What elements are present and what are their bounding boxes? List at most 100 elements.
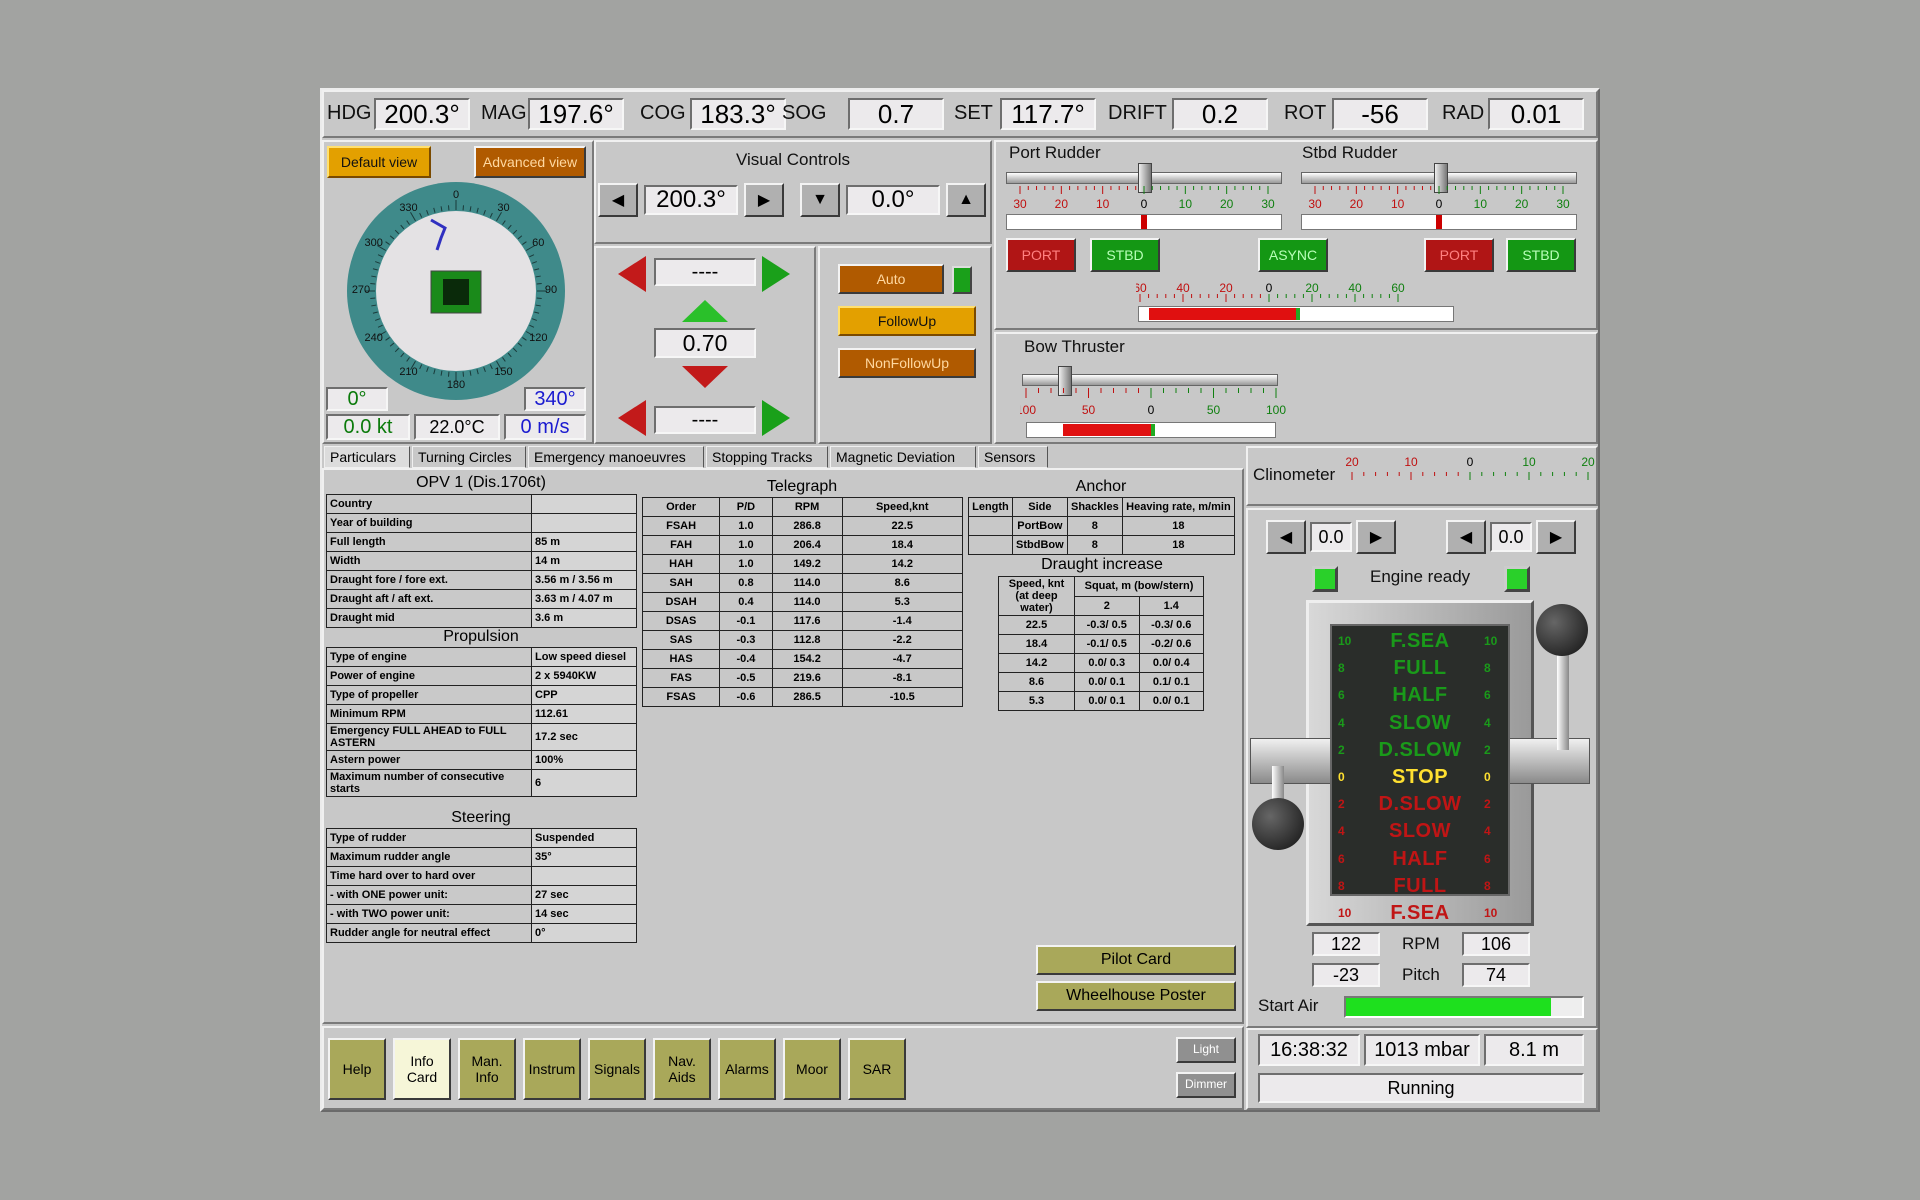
table-row: Minimum RPM 112.61 — [326, 704, 637, 724]
telegraph-order[interactable]: D.SLOW — [1335, 739, 1505, 762]
telegraph-order[interactable]: D.SLOW — [1335, 793, 1505, 816]
scale-label: 30 — [1556, 197, 1570, 211]
tab-particulars[interactable]: Particulars — [324, 446, 410, 468]
arrow-right-green-icon[interactable] — [760, 398, 792, 438]
rpm-left: 122 — [1312, 932, 1380, 956]
telegraph-title: Telegraph — [766, 478, 838, 495]
wheelhouse-poster-button[interactable]: Wheelhouse Poster — [1036, 981, 1236, 1011]
tab-sensors[interactable]: Sensors — [978, 446, 1048, 468]
table-cell: -0.3 — [719, 630, 773, 650]
compass-tick-150: 150 — [494, 366, 513, 379]
table-header-row: Order P/D RPM Speed,knt — [641, 497, 963, 517]
light-button[interactable]: Light — [1176, 1037, 1236, 1063]
auto-button[interactable]: Auto — [838, 264, 944, 294]
tab-stopping-tracks[interactable]: Stopping Tracks — [706, 446, 828, 468]
nonfollowup-button[interactable]: NonFollowUp — [838, 348, 976, 378]
telegraph-num-right: 4 — [1484, 824, 1491, 839]
telegraph-order[interactable]: SLOW — [1335, 820, 1505, 843]
tab-turning-circles[interactable]: Turning Circles — [412, 446, 526, 468]
left-angle: 0° — [326, 387, 388, 411]
footer-nav-aids-button[interactable]: Nav. Aids — [653, 1038, 711, 1100]
table-row: Maximum number of consecutive starts 6 — [326, 769, 637, 797]
table-cell: 0.8 — [719, 573, 773, 593]
row-value: 35° — [531, 847, 637, 867]
heading-left-button[interactable]: ◀ — [598, 183, 638, 217]
right-lever-knob[interactable] — [1536, 604, 1588, 656]
column-header: Heaving rate, m/min — [1121, 497, 1236, 517]
pitch-label: Pitch — [1402, 965, 1440, 984]
arrow-right-green-icon[interactable] — [760, 254, 792, 294]
table-row: FAH 1.0 206.4 18.4 — [641, 535, 963, 555]
row-key: Time hard over to hard over — [326, 866, 532, 886]
wind-speed: 0 m/s — [504, 414, 586, 440]
telegraph-order[interactable]: FULL — [1335, 657, 1505, 680]
heading-right-button[interactable]: ▶ — [744, 183, 784, 217]
telegraph-order[interactable]: F.SEA — [1335, 630, 1505, 653]
particulars-table: Country Year of building Full length 85 m Wi… — [326, 494, 637, 628]
footer-signals-button[interactable]: Signals — [588, 1038, 646, 1100]
depth-readout: 8.1 m — [1484, 1034, 1584, 1066]
left-lever-knob[interactable] — [1252, 798, 1304, 850]
table-row: 18.4 -0.1/ 0.5 -0.2/ 0.6 — [998, 634, 1204, 654]
telegraph-order[interactable]: SLOW — [1335, 712, 1505, 735]
telegraph-order[interactable]: HALF — [1335, 684, 1505, 707]
table-row: Maximum rudder angle 35° — [326, 847, 637, 867]
async-button[interactable]: ASYNC — [1258, 238, 1328, 272]
column-subheader: 1.4 — [1138, 595, 1204, 616]
telegraph-order[interactable]: HALF — [1335, 848, 1505, 871]
arrow-up-green-icon[interactable] — [680, 298, 730, 324]
telegraph-order[interactable]: F.SEA — [1335, 902, 1505, 925]
telegraph-order[interactable]: STOP — [1335, 766, 1505, 789]
footer-instrum-button[interactable]: Instrum — [523, 1038, 581, 1100]
table-cell: 0.0/ 0.1 — [1074, 691, 1140, 711]
tab-magnetic-deviation[interactable]: Magnetic Deviation — [830, 446, 976, 468]
pitch-down-button[interactable]: ▼ — [800, 183, 840, 217]
engine-right-value: 0.0 — [1490, 522, 1532, 552]
table-cell: 0.4 — [719, 592, 773, 612]
table-cell: 18.4 — [998, 634, 1075, 654]
followup-button[interactable]: FollowUp — [838, 306, 976, 336]
compass-tick-120: 120 — [529, 331, 548, 344]
arrow-down-red-icon[interactable] — [680, 364, 730, 390]
arrow-left-red-icon[interactable] — [616, 254, 648, 294]
default-view-button[interactable]: Default view — [327, 146, 431, 178]
stbd2-button[interactable]: STBD — [1506, 238, 1576, 272]
port-button[interactable]: PORT — [1006, 238, 1076, 272]
pitch-up-button[interactable]: ▲ — [946, 183, 986, 217]
footer-sar-button[interactable]: SAR — [848, 1038, 906, 1100]
dimmer-button[interactable]: Dimmer — [1176, 1072, 1236, 1098]
stbd-button[interactable]: STBD — [1090, 238, 1160, 272]
clinometer-scale: 20 10 0 10 20 — [1346, 455, 1595, 480]
port2-button[interactable]: PORT — [1424, 238, 1494, 272]
engine-left-inc-button[interactable]: ▶ — [1356, 520, 1396, 554]
header-label-set: SET — [954, 102, 993, 124]
engine-right-dec-button[interactable]: ◀ — [1446, 520, 1486, 554]
triangle-left-icon: ◀ — [1279, 529, 1293, 546]
engine-right-inc-button[interactable]: ▶ — [1536, 520, 1576, 554]
table-cell: 219.6 — [771, 668, 843, 688]
advanced-view-button[interactable]: Advanced view — [474, 146, 586, 178]
scale-label: 40 — [1348, 281, 1362, 295]
telegraph-order[interactable]: FULL — [1335, 875, 1505, 898]
footer-moor-button[interactable]: Moor — [783, 1038, 841, 1100]
engine-left-value: 0.0 — [1310, 522, 1352, 552]
footer-info-card-button[interactable]: Info Card — [393, 1038, 451, 1100]
footer-man-info-button[interactable]: Man. Info — [458, 1038, 516, 1100]
table-cell: 114.0 — [771, 592, 843, 612]
column-header: Speed, knt (at deep water) — [998, 576, 1075, 616]
scale-label: 10 — [1096, 197, 1110, 211]
scale-label: 20 — [1220, 197, 1234, 211]
table-row: Emergency FULL AHEAD to FULL ASTERN 17.2 … — [326, 723, 637, 751]
table-row: Type of propeller CPP — [326, 685, 637, 705]
pilot-card-button[interactable]: Pilot Card — [1036, 945, 1236, 975]
row-value: 6 — [531, 769, 637, 797]
footer-help-button[interactable]: Help — [328, 1038, 386, 1100]
rpm-right: 106 — [1462, 932, 1530, 956]
rpm-label: RPM — [1402, 934, 1440, 953]
footer-alarms-button[interactable]: Alarms — [718, 1038, 776, 1100]
engine-left-dec-button[interactable]: ◀ — [1266, 520, 1306, 554]
arrow-left-red-icon[interactable] — [616, 398, 648, 438]
table-cell — [968, 535, 1013, 555]
table-row: Year of building — [326, 513, 637, 533]
tab-emergency-manoeuvres[interactable]: Emergency manoeuvres — [528, 446, 704, 468]
